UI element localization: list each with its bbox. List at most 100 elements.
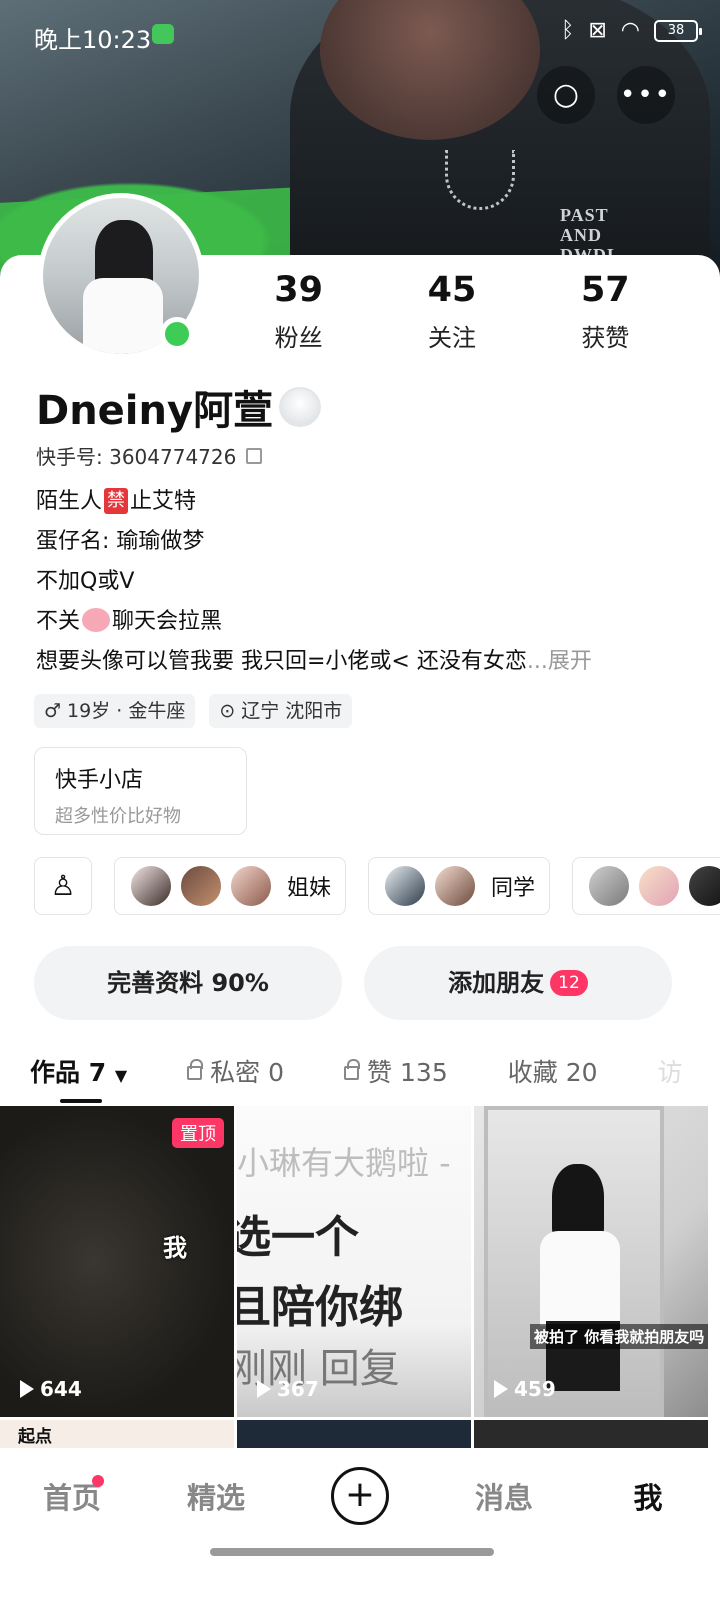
app-notification-icon bbox=[152, 24, 174, 44]
bio-line: 蛋仔名: 瑜瑜做梦 bbox=[36, 529, 205, 554]
tab-private[interactable]: 私密 0 bbox=[157, 1053, 314, 1089]
play-count-text: 459 bbox=[514, 1377, 556, 1401]
tag-text: 19岁 · 金牛座 bbox=[67, 700, 186, 722]
friend-group-more[interactable] bbox=[572, 857, 720, 915]
shop-subtitle: 超多性价比好物 bbox=[55, 806, 181, 827]
bio-text: 陌生人 bbox=[36, 489, 103, 514]
tab-visitors[interactable]: 访 bbox=[628, 1053, 713, 1089]
more-button[interactable]: ••• bbox=[617, 66, 675, 124]
video-item[interactable]: 被拍了 你看我就拍朋友吗 459 bbox=[474, 1106, 708, 1417]
notification-dot bbox=[92, 1474, 104, 1487]
tab-liked[interactable]: 赞 135 bbox=[314, 1053, 478, 1089]
pinned-badge: 置顶 bbox=[172, 1118, 224, 1148]
nav-label: 消息 bbox=[474, 1480, 533, 1515]
video-overlay-text: 小琳有大鹅啦 - bbox=[237, 1144, 451, 1182]
video-overlay-text: 我 bbox=[163, 1234, 187, 1262]
tab-count: 135 bbox=[400, 1058, 448, 1087]
stat-following[interactable]: 45 关注 bbox=[375, 270, 528, 353]
stat-label: 关注 bbox=[427, 324, 476, 352]
play-icon bbox=[20, 1380, 34, 1398]
video-item[interactable]: 起点 bbox=[0, 1420, 234, 1450]
home-indicator[interactable] bbox=[210, 1548, 494, 1556]
shop-title: 快手小店 bbox=[55, 768, 144, 793]
friend-avatar bbox=[179, 864, 223, 908]
ban-emoji-icon: 禁 bbox=[104, 488, 129, 514]
more-icon: ••• bbox=[619, 80, 672, 110]
status-time: 晚上10:23 bbox=[34, 26, 152, 54]
tab-active-indicator bbox=[60, 1099, 102, 1103]
stat-number: 45 bbox=[427, 270, 477, 310]
nav-create[interactable]: + bbox=[288, 1466, 432, 1525]
play-count: 644 bbox=[20, 1377, 82, 1401]
play-count: 367 bbox=[257, 1377, 319, 1401]
sim-off-icon: ⊠ bbox=[588, 18, 607, 43]
system-icons: ᛒ ⊠ ◠ 38 bbox=[561, 18, 702, 43]
stat-number: 57 bbox=[580, 270, 630, 310]
stat-likes[interactable]: 57 获赞 bbox=[529, 270, 682, 353]
stat-followers[interactable]: 39 粉丝 bbox=[222, 270, 375, 353]
expand-bio-link[interactable]: ...展开 bbox=[527, 649, 592, 674]
search-icon: ○ bbox=[552, 77, 580, 112]
complete-profile-button[interactable]: 完善资料 90% bbox=[34, 946, 342, 1020]
chevron-down-icon: ▼ bbox=[114, 1066, 128, 1085]
online-status-dot bbox=[160, 317, 194, 351]
play-count-text: 644 bbox=[40, 1377, 82, 1401]
nav-featured[interactable]: 精选 bbox=[144, 1475, 288, 1517]
nav-messages[interactable]: 消息 bbox=[432, 1475, 576, 1517]
friend-avatar bbox=[687, 864, 720, 908]
content-tabs: 作品 7 ▼ 私密 0 赞 135 收藏 20 访 bbox=[0, 1040, 720, 1102]
friend-group-classmates[interactable]: 同学 bbox=[368, 857, 551, 915]
kuaishou-id-text: 快手号: 3604774726 bbox=[36, 445, 237, 469]
profile-bio[interactable]: 陌生人禁止艾特 蛋仔名: 瑜瑜做梦 不加Q或V 不关 聊天会拉黑 想要头像可以管我… bbox=[36, 482, 686, 682]
nav-home[interactable]: 首页 bbox=[0, 1474, 144, 1517]
tab-favorites[interactable]: 收藏 20 bbox=[478, 1053, 628, 1089]
nav-me[interactable]: 我 bbox=[576, 1475, 720, 1517]
nickname-text: Dneiny阿萱 bbox=[36, 388, 274, 434]
shop-card[interactable]: 快手小店 超多性价比好物 bbox=[34, 747, 247, 835]
friend-avatar bbox=[637, 864, 682, 908]
friend-avatar bbox=[129, 864, 173, 908]
tab-label: 作品 bbox=[30, 1058, 81, 1087]
play-icon bbox=[494, 1380, 508, 1398]
bowl-badge-icon[interactable] bbox=[279, 387, 322, 427]
friend-group-sisters[interactable]: 姐妹 bbox=[114, 857, 347, 915]
add-friend-icon: ♙ bbox=[50, 869, 76, 902]
video-item[interactable]: 小琳有大鹅啦 - 选一个 且陪你绑 刚刚 回复 367 bbox=[237, 1106, 471, 1417]
tag-text: 辽宁 沈阳市 bbox=[241, 700, 343, 722]
tab-count: 20 bbox=[565, 1058, 598, 1087]
bottom-nav: 首页 精选 + 消息 我 bbox=[0, 1448, 720, 1600]
stat-label: 粉丝 bbox=[274, 324, 323, 352]
kuaishou-id[interactable]: 快手号: 3604774726 bbox=[36, 441, 263, 470]
stat-label: 获赞 bbox=[581, 324, 630, 352]
video-overlay-text: 选一个 bbox=[237, 1212, 359, 1263]
add-friend-button[interactable]: ♙ bbox=[34, 857, 92, 915]
bio-line: 不关 聊天会拉黑 bbox=[36, 602, 686, 642]
profile-stats: 39 粉丝 45 关注 57 获赞 bbox=[222, 270, 682, 353]
video-item[interactable] bbox=[474, 1420, 708, 1450]
bio-line: 想要头像可以管我要 我只回=小佬或< 还没有女恋...展开 bbox=[36, 642, 686, 682]
friend-avatar bbox=[383, 864, 428, 908]
tab-count: 7 bbox=[88, 1058, 107, 1087]
pig-emoji-icon bbox=[82, 608, 111, 632]
search-button[interactable]: ○ bbox=[537, 66, 595, 124]
bio-text: 聊天会拉黑 bbox=[112, 609, 223, 634]
tab-works[interactable]: 作品 7 ▼ bbox=[0, 1053, 157, 1089]
gender-icon: ♂ bbox=[44, 700, 62, 722]
location-tag: ⊙ 辽宁 沈阳市 bbox=[209, 694, 353, 728]
bio-text: 止艾特 bbox=[130, 489, 197, 514]
friend-avatar bbox=[587, 864, 632, 908]
battery-icon: 38 bbox=[654, 19, 702, 42]
video-item[interactable] bbox=[237, 1420, 471, 1450]
nav-label: 精选 bbox=[186, 1480, 245, 1515]
bio-line: 不加Q或V bbox=[36, 569, 135, 594]
tab-label: 收藏 bbox=[507, 1058, 558, 1087]
tab-label: 赞 bbox=[367, 1058, 393, 1087]
qr-code-icon[interactable] bbox=[246, 447, 263, 464]
add-friends-button[interactable]: 添加朋友 12 bbox=[364, 946, 672, 1020]
video-item[interactable]: 置顶 我 644 bbox=[0, 1106, 234, 1417]
nav-label: 我 bbox=[633, 1480, 663, 1515]
stat-number: 39 bbox=[274, 270, 324, 310]
video-overlay-text: 起点 bbox=[18, 1427, 52, 1447]
wifi-icon: ◠ bbox=[620, 18, 640, 43]
location-pin-icon: ⊙ bbox=[219, 700, 236, 722]
